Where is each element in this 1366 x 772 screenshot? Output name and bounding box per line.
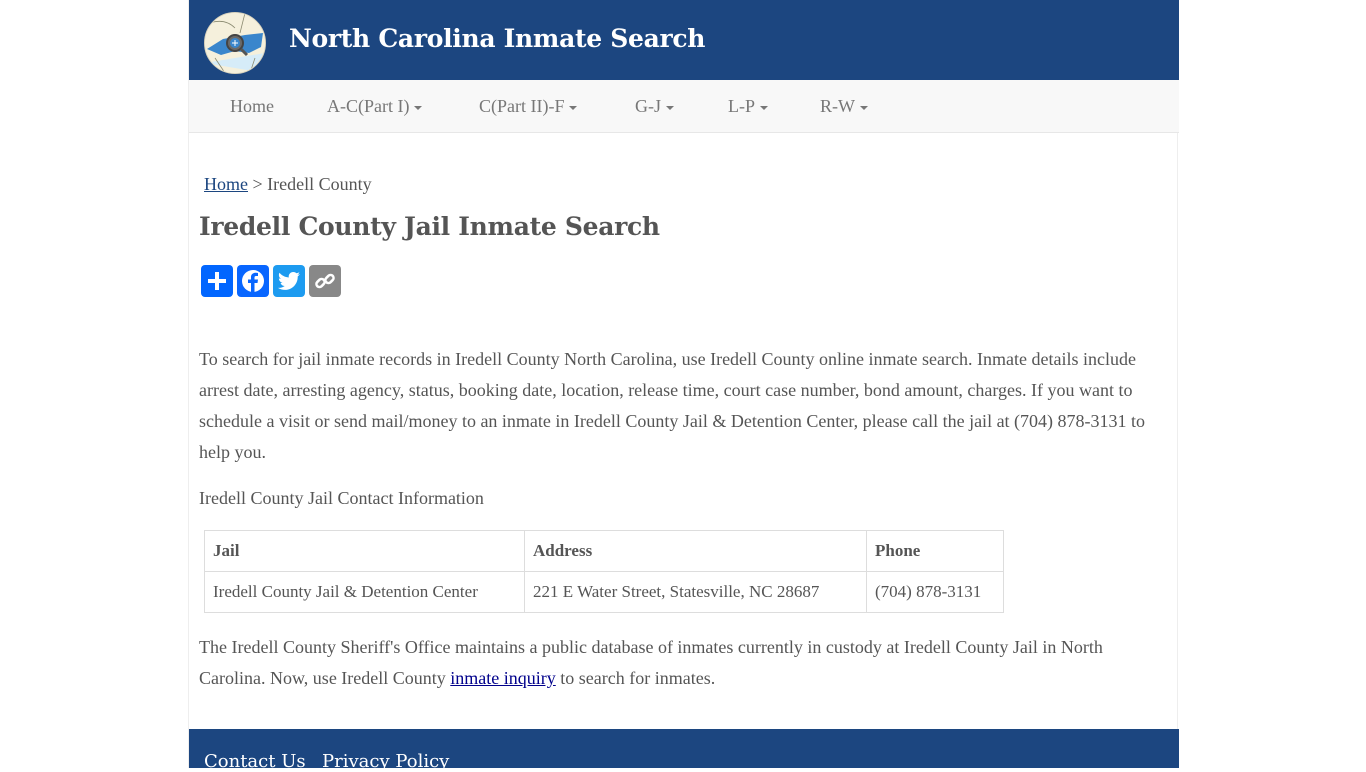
main-navbar: Home A-C(Part I) C(Part II)-F G-J L-P R-… [189,80,1179,133]
contact-heading: Iredell County Jail Contact Information [199,488,484,508]
header-phone: Phone [866,530,1004,572]
inmate-inquiry-link[interactable]: inmate inquiry [450,668,555,688]
caret-down-icon [860,105,868,110]
nav-label: A-C(Part I) [327,96,410,116]
nav-item-l-p[interactable]: L-P [728,96,768,117]
twitter-share-button[interactable] [273,265,305,297]
facebook-icon [242,270,264,292]
cell-phone: (704) 878-3131 [866,571,1004,613]
nav-label: G-J [635,96,661,116]
caret-down-icon [569,105,578,110]
site-title[interactable]: North Carolina Inmate Search [289,24,705,53]
nav-label: C(Part II)-F [479,96,565,116]
nav-item-g-j[interactable]: G-J [635,96,674,117]
site-footer: Contact Us Privacy Policy [189,729,1179,772]
copy-link-button[interactable] [309,265,341,297]
plus-icon [208,272,226,290]
facebook-share-button[interactable] [237,265,269,297]
cell-address: 221 E Water Street, Statesville, NC 2868… [524,571,867,613]
closing-text-end: to search for inmates. [555,668,716,688]
footer-contact-us-link[interactable]: Contact Us [204,751,306,772]
nav-label: Home [230,96,274,116]
share-button[interactable] [201,265,233,297]
site-header: North Carolina Inmate Search [189,0,1179,80]
caret-down-icon [666,105,674,110]
twitter-icon [278,272,300,290]
caret-down-icon [760,105,768,110]
intro-paragraph: To search for jail inmate records in Ire… [199,349,1146,462]
nav-item-a-c-part-i[interactable]: A-C(Part I) [327,96,423,117]
table-row: Iredell County Jail & Detention Center 2… [204,571,1004,613]
jail-contact-table: Jail Address Phone Iredell County Jail &… [204,530,1004,613]
cell-jail: Iredell County Jail & Detention Center [204,571,525,613]
nc-map-logo-icon[interactable] [204,12,266,74]
page-title: Iredell County Jail Inmate Search [199,212,660,241]
share-buttons [201,265,341,297]
nav-item-c-part-ii-f[interactable]: C(Part II)-F [479,96,578,117]
nav-item-r-w[interactable]: R-W [820,96,868,117]
header-address: Address [524,530,867,572]
caret-down-icon [414,105,423,110]
nav-item-home[interactable]: Home [230,96,274,117]
page-container: North Carolina Inmate Search Home A-C(Pa… [188,0,1179,772]
link-icon [315,273,335,289]
breadcrumb-current: Iredell County [267,174,372,194]
breadcrumb: Home > Iredell County [204,174,372,195]
footer-privacy-policy-link[interactable]: Privacy Policy [322,751,449,772]
breadcrumb-separator: > [252,174,263,194]
table-header-row: Jail Address Phone [204,530,1004,572]
closing-paragraph: The Iredell County Sheriff's Office main… [199,632,1169,694]
header-jail: Jail [204,530,525,572]
nav-label: L-P [728,96,755,116]
breadcrumb-home-link[interactable]: Home [204,174,248,194]
nav-label: R-W [820,96,855,116]
